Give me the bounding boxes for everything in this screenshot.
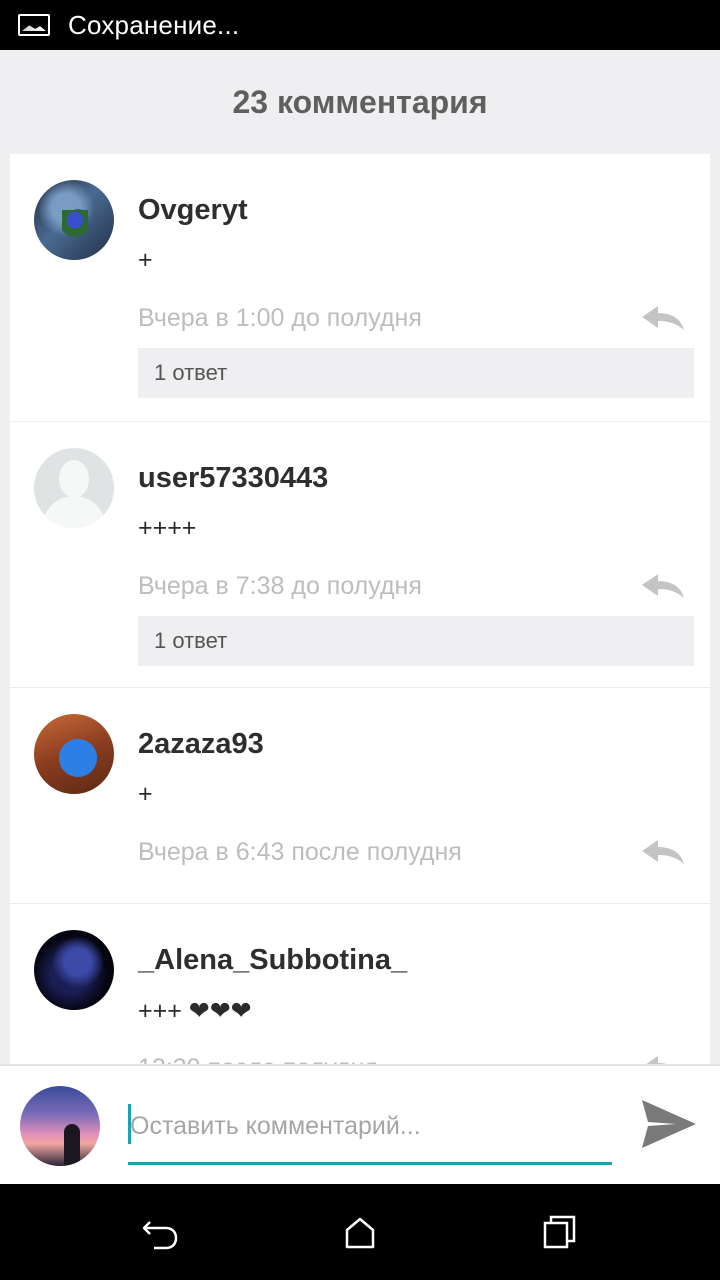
comment-time: Вчера в 6:43 после полудня [138,838,462,866]
avatar[interactable] [34,930,114,1010]
comments-header: 23 комментария [0,50,720,154]
comment-time: 12:30 после полудня [138,1054,378,1064]
recent-apps-icon[interactable] [540,1212,580,1252]
comment-username[interactable]: user57330443 [138,462,328,495]
avatar[interactable] [34,180,114,260]
reply-icon[interactable] [640,838,686,866]
comment-item: 2azaza93 + Вчера в 6:43 после полудня [10,688,710,904]
avatar[interactable] [34,714,114,794]
text-caret [128,1104,131,1144]
comment-username[interactable]: Ovgeryt [138,194,248,227]
send-icon[interactable] [640,1096,698,1152]
page-title: 23 комментария [232,83,488,120]
comment-input[interactable] [128,1102,612,1150]
comment-item: _Alena_Subbotina_ +++ ❤❤❤ 12:30 после по… [10,904,710,1064]
comment-text: + [138,246,153,274]
home-icon[interactable] [340,1212,380,1252]
reply-icon[interactable] [640,304,686,332]
comment-item: Ovgeryt + Вчера в 1:00 до полудня 1 отве… [10,154,710,422]
back-icon[interactable] [140,1212,180,1252]
input-underline [128,1162,612,1165]
avatar [20,1086,100,1166]
comment-time: Вчера в 1:00 до полудня [138,304,422,332]
comments-list[interactable]: Ovgeryt + Вчера в 1:00 до полудня 1 отве… [10,154,710,1064]
comment-item: user57330443 ++++ Вчера в 7:38 до полудн… [10,422,710,688]
comment-username[interactable]: 2azaza93 [138,728,264,761]
comment-text: +++ ❤❤❤ [138,997,252,1025]
replies-button[interactable]: 1 ответ [138,348,694,398]
comment-text: ++++ [138,514,197,542]
avatar[interactable] [34,448,114,528]
reply-icon[interactable] [640,1054,686,1064]
comment-username[interactable]: _Alena_Subbotina_ [138,944,407,977]
status-text: Сохранение... [68,9,240,40]
comment-time: Вчера в 7:38 до полудня [138,572,422,600]
comment-text: + [138,780,153,808]
reply-icon[interactable] [640,572,686,600]
navigation-bar [0,1184,720,1280]
image-icon [18,14,50,36]
status-bar: Сохранение... [0,0,720,50]
replies-button[interactable]: 1 ответ [138,616,694,666]
comment-input-bar [0,1064,720,1184]
